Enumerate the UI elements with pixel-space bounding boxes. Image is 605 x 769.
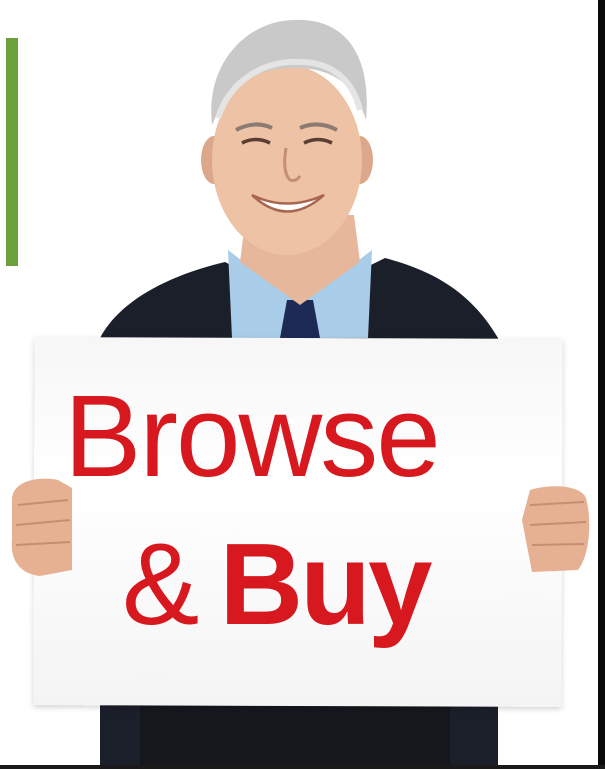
right-edge-border	[598, 0, 605, 769]
right-hand	[522, 486, 590, 572]
ad-image: Browse & Buy	[0, 0, 605, 769]
hands-illustration	[11, 478, 590, 576]
left-hand	[11, 478, 72, 576]
bottom-edge-stripe	[0, 765, 605, 769]
